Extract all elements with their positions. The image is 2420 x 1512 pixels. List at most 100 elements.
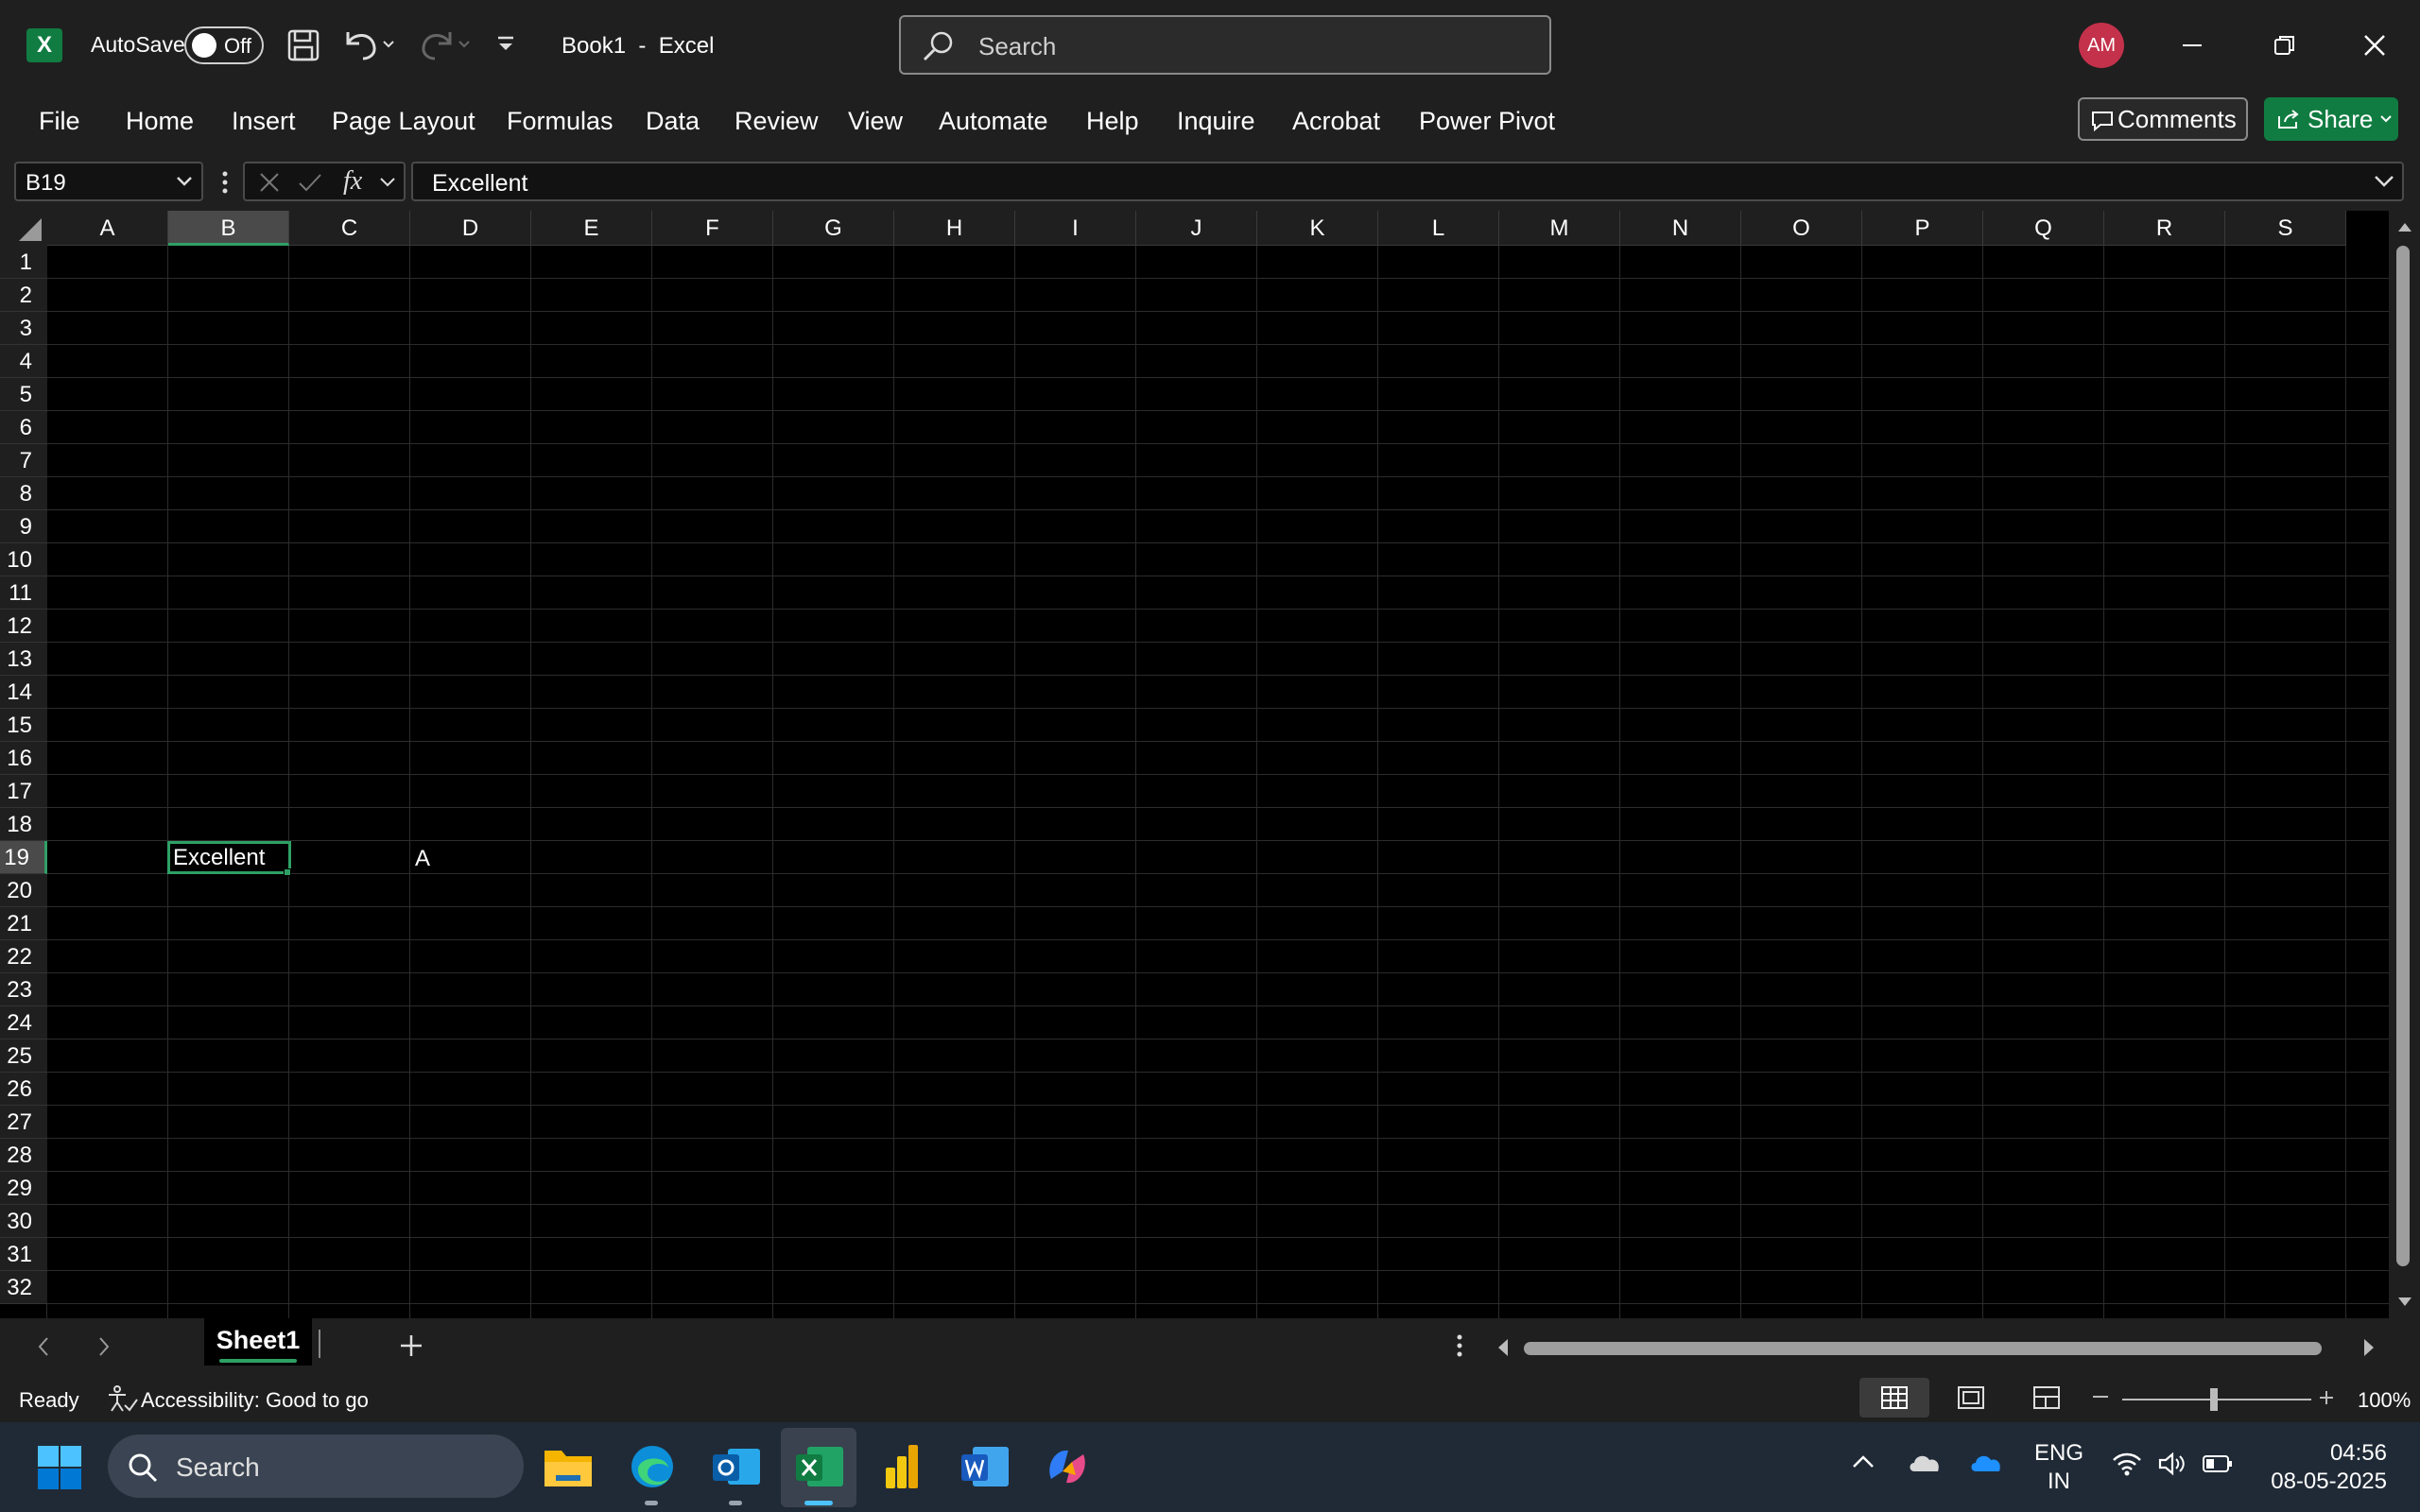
tab-file[interactable]: File xyxy=(39,107,80,136)
excel-taskbar-icon[interactable] xyxy=(794,1443,845,1490)
add-sheet-icon[interactable] xyxy=(398,1332,424,1359)
column-header-f[interactable]: F xyxy=(652,211,773,246)
name-box[interactable]: B19 xyxy=(14,162,203,201)
row-header-25[interactable]: 25 xyxy=(0,1040,47,1073)
wifi-icon[interactable] xyxy=(2111,1451,2143,1477)
word-icon[interactable] xyxy=(959,1443,1011,1490)
expand-formula-bar-icon[interactable] xyxy=(2374,175,2394,188)
row-header-26[interactable]: 26 xyxy=(0,1073,47,1106)
row-header-31[interactable]: 31 xyxy=(0,1238,47,1271)
row-header-1[interactable]: 1 xyxy=(0,246,47,279)
input-language[interactable]: ENG IN xyxy=(2034,1439,2083,1496)
column-header-g[interactable]: G xyxy=(773,211,894,246)
tab-acrobat[interactable]: Acrobat xyxy=(1292,107,1380,136)
normal-view-button[interactable] xyxy=(1859,1378,1929,1418)
column-header-n[interactable]: N xyxy=(1620,211,1741,246)
vertical-scrollbar[interactable] xyxy=(2389,211,2420,1318)
insert-function-button[interactable]: fx xyxy=(343,166,362,197)
fill-handle[interactable] xyxy=(284,868,291,876)
tab-formulas[interactable]: Formulas xyxy=(507,107,614,136)
tab-view[interactable]: View xyxy=(848,107,903,136)
accessibility-status[interactable]: Accessibility: Good to go xyxy=(141,1388,369,1413)
minimize-icon[interactable] xyxy=(2180,34,2204,57)
file-explorer-icon[interactable] xyxy=(543,1443,594,1490)
windows-start-icon[interactable] xyxy=(36,1444,83,1491)
chevron-right-icon[interactable] xyxy=(95,1335,113,1358)
column-header-e[interactable]: E xyxy=(531,211,652,246)
tab-review[interactable]: Review xyxy=(735,107,819,136)
onedrive-business-icon[interactable] xyxy=(1968,1451,2004,1473)
row-header-5[interactable]: 5 xyxy=(0,378,47,411)
row-header-17[interactable]: 17 xyxy=(0,775,47,808)
row-header-28[interactable]: 28 xyxy=(0,1139,47,1172)
zoom-in-button[interactable] xyxy=(2318,1389,2335,1406)
cell-b19[interactable]: Excellent xyxy=(167,841,291,874)
column-header-p[interactable]: P xyxy=(1862,211,1983,246)
cancel-entry-icon[interactable] xyxy=(258,172,281,193)
horizontal-scroll-thumb[interactable] xyxy=(1524,1342,2322,1355)
tab-insert[interactable]: Insert xyxy=(232,107,296,136)
row-header-12[interactable]: 12 xyxy=(0,610,47,643)
row-header-24[interactable]: 24 xyxy=(0,1006,47,1040)
cell-d19[interactable]: A xyxy=(409,842,530,875)
column-header-a[interactable]: A xyxy=(47,211,168,246)
search-input[interactable]: Search xyxy=(899,15,1551,75)
row-header-2[interactable]: 2 xyxy=(0,279,47,312)
copilot-icon[interactable] xyxy=(1042,1443,1093,1490)
page-break-view-icon[interactable] xyxy=(2032,1385,2061,1410)
user-avatar[interactable]: AM xyxy=(2079,23,2124,68)
column-header-r[interactable]: R xyxy=(2104,211,2225,246)
row-header-10[interactable]: 10 xyxy=(0,543,47,576)
column-header-k[interactable]: K xyxy=(1257,211,1378,246)
column-header-j[interactable]: J xyxy=(1136,211,1257,246)
comments-button[interactable]: Comments xyxy=(2078,97,2248,141)
row-header-3[interactable]: 3 xyxy=(0,312,47,345)
scroll-right-icon[interactable] xyxy=(2361,1337,2377,1358)
volume-icon[interactable] xyxy=(2157,1451,2187,1477)
row-header-20[interactable]: 20 xyxy=(0,874,47,907)
row-header-30[interactable]: 30 xyxy=(0,1205,47,1238)
column-header-q[interactable]: Q xyxy=(1983,211,2104,246)
formula-input[interactable]: Excellent xyxy=(411,162,2404,201)
close-icon[interactable] xyxy=(2361,32,2388,59)
more-options-icon[interactable] xyxy=(221,170,229,195)
confirm-entry-icon[interactable] xyxy=(298,172,322,193)
column-header-b[interactable]: B xyxy=(168,211,289,246)
redo-icon[interactable] xyxy=(416,26,473,64)
column-header-d[interactable]: D xyxy=(410,211,531,246)
worksheet-grid[interactable]: ABCDEFGHIJKLMNOPQRS 1 2 3 4 5 6 7 8 9 10 11 12 13 14 1… xyxy=(0,211,2420,1318)
chevron-up-icon[interactable] xyxy=(1851,1452,1876,1471)
restore-icon[interactable] xyxy=(2272,32,2298,59)
tab-home[interactable]: Home xyxy=(126,107,194,136)
taskbar-search[interactable]: Search xyxy=(108,1435,524,1498)
row-header-22[interactable]: 22 xyxy=(0,940,47,973)
column-header-o[interactable]: O xyxy=(1741,211,1862,246)
onedrive-personal-icon[interactable] xyxy=(1907,1451,1943,1473)
tab-page-layout[interactable]: Page Layout xyxy=(332,107,475,136)
row-header-27[interactable]: 27 xyxy=(0,1106,47,1139)
column-header-m[interactable]: M xyxy=(1499,211,1620,246)
chevron-down-icon[interactable] xyxy=(379,177,396,188)
tab-automate[interactable]: Automate xyxy=(939,107,1048,136)
accessibility-icon[interactable] xyxy=(106,1384,138,1413)
tab-data[interactable]: Data xyxy=(646,107,700,136)
row-header-19[interactable]: 19 xyxy=(0,841,47,874)
row-header-16[interactable]: 16 xyxy=(0,742,47,775)
undo-icon[interactable] xyxy=(340,26,397,64)
page-layout-view-icon[interactable] xyxy=(1957,1385,1985,1410)
row-header-14[interactable]: 14 xyxy=(0,676,47,709)
outlook-icon[interactable] xyxy=(711,1443,762,1490)
tab-inquire[interactable]: Inquire xyxy=(1177,107,1255,136)
autosave-toggle[interactable]: Off xyxy=(184,26,264,64)
row-header-4[interactable]: 4 xyxy=(0,345,47,378)
row-header-29[interactable]: 29 xyxy=(0,1172,47,1205)
tab-power-pivot[interactable]: Power Pivot xyxy=(1419,107,1555,136)
row-header-21[interactable]: 21 xyxy=(0,907,47,940)
column-header-h[interactable]: H xyxy=(894,211,1015,246)
more-options-icon[interactable] xyxy=(1456,1333,1463,1358)
zoom-out-button[interactable] xyxy=(2093,1396,2108,1398)
row-header-7[interactable]: 7 xyxy=(0,444,47,477)
row-header-8[interactable]: 8 xyxy=(0,477,47,510)
row-header-32[interactable]: 32 xyxy=(0,1271,47,1304)
row-header-9[interactable]: 9 xyxy=(0,510,47,543)
